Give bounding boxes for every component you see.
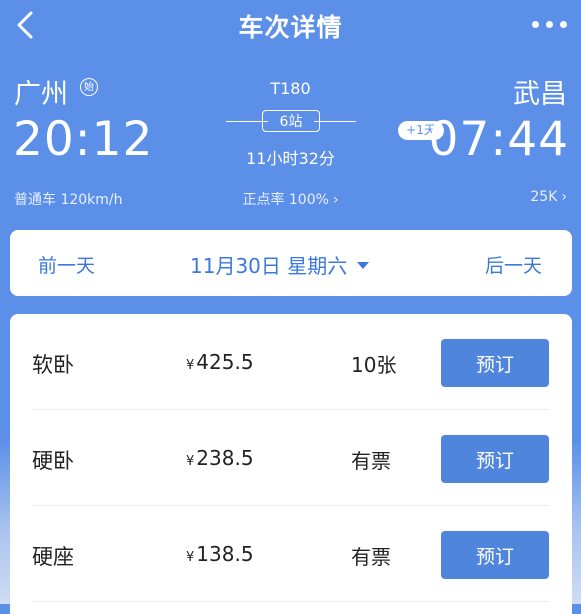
ticket-availability: 有票: [351, 545, 391, 569]
ticket-availability: 10张: [351, 353, 397, 377]
seat-type: 硬座: [32, 545, 74, 569]
selected-date: 11月30日 星期六: [190, 254, 348, 278]
more-button[interactable]: [529, 8, 571, 38]
ticket-availability: 有票: [351, 449, 391, 473]
currency-symbol: ¥: [186, 550, 195, 565]
book-button[interactable]: 预订: [441, 435, 549, 483]
punctuality-link[interactable]: 正点率 100% ›: [0, 189, 581, 209]
seat-type: 硬卧: [32, 449, 74, 473]
page-title: 车次详情: [238, 13, 343, 42]
seat-row-hard-seat: 硬座 ¥138.5 有票 预订: [10, 506, 572, 602]
currency-symbol: ¥: [186, 358, 195, 373]
seat-row-hard-sleeper: 硬卧 ¥238.5 有票 预订: [10, 410, 572, 506]
seat-price: ¥138.5: [186, 542, 254, 566]
caret-down-icon: [357, 262, 370, 269]
price-value: 138.5: [196, 542, 254, 566]
arrival-station: 武昌: [513, 79, 567, 110]
seat-row-soft-sleeper: 软卧 ¥425.5 10张 预订: [10, 314, 572, 410]
chevron-right-icon: ›: [332, 192, 339, 208]
price-value: 425.5: [196, 350, 254, 374]
seat-price: ¥238.5: [186, 446, 254, 470]
previous-day-button[interactable]: 前一天: [38, 251, 95, 278]
book-button[interactable]: 预订: [441, 531, 549, 579]
chevron-right-icon: ›: [561, 189, 567, 205]
row-divider: [32, 601, 550, 602]
seat-type: 软卧: [32, 353, 74, 377]
book-button[interactable]: 预订: [441, 339, 549, 387]
seat-list: 软卧 ¥425.5 10张 预订 硬卧 ¥238.5 有票 预订 硬座 ¥138…: [10, 314, 572, 614]
currency-symbol: ¥: [186, 454, 195, 469]
stops-button[interactable]: 6站: [262, 110, 320, 132]
next-day-button[interactable]: 后一天: [485, 251, 542, 278]
route-line-right: [314, 121, 356, 122]
nav-bar: 车次详情: [0, 0, 581, 50]
date-selector-bar: 前一天 11月30日 星期六 后一天: [10, 230, 572, 296]
price-value: 238.5: [196, 446, 254, 470]
punctuality-text: 正点率 100%: [242, 192, 329, 208]
train-number: T180: [270, 79, 311, 98]
arrival-time: 07:44: [428, 112, 569, 167]
ellipsis-icon: [532, 21, 539, 28]
distance-link[interactable]: 25K ›: [530, 189, 567, 205]
seat-price: ¥425.5: [186, 350, 254, 374]
date-dropdown[interactable]: 11月30日 星期六: [190, 250, 370, 279]
distance-text: 25K: [530, 189, 558, 205]
